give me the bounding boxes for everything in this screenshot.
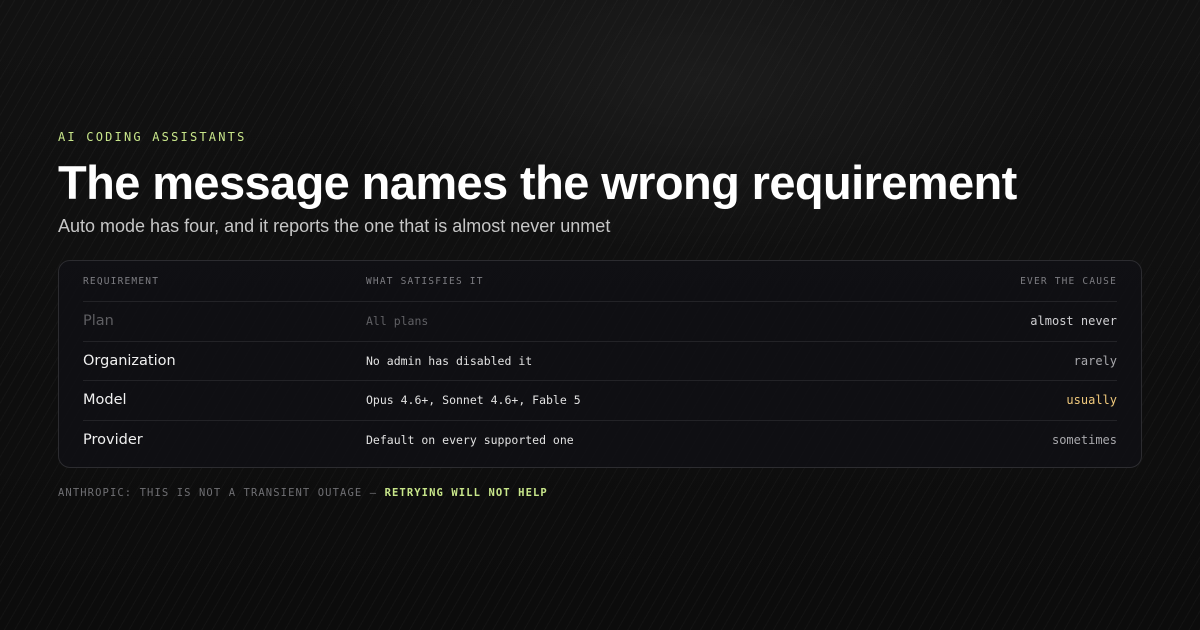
satisfies-cell: Opus 4.6+, Sonnet 4.6+, Fable 5 bbox=[366, 393, 581, 408]
page-title: The message names the wrong requirement bbox=[58, 156, 1017, 209]
satisfies-cell: All plans bbox=[366, 314, 429, 329]
table-row-plan: Plan All plans almost never bbox=[83, 302, 1117, 342]
table-row-organization: Organization No admin has disabled it ra… bbox=[83, 342, 1117, 381]
footer-note: ANTHROPIC: THIS IS NOT A TRANSIENT OUTAG… bbox=[58, 487, 548, 499]
column-header-what-satisfies: WHAT SATISFIES IT bbox=[366, 275, 484, 287]
cause-cell: sometimes bbox=[1051, 433, 1117, 448]
column-header-requirement: REQUIREMENT bbox=[83, 275, 160, 287]
page-subtitle: Auto mode has four, and it reports the o… bbox=[58, 216, 611, 236]
satisfies-cell: No admin has disabled it bbox=[366, 353, 533, 368]
cause-cell-highlighted: usually bbox=[1066, 393, 1117, 408]
requirement-cell: Plan bbox=[83, 313, 114, 330]
column-header-cause: EVER THE CAUSE bbox=[1020, 275, 1117, 287]
requirement-cell: Organization bbox=[83, 352, 176, 369]
requirement-cell: Model bbox=[83, 392, 127, 409]
requirements-table: REQUIREMENT WHAT SATISFIES IT EVER THE C… bbox=[58, 260, 1142, 468]
footer-emphasis: RETRYING WILL NOT HELP bbox=[384, 487, 548, 499]
table-row-provider: Provider Default on every supported one … bbox=[83, 421, 1117, 461]
cause-cell: almost never bbox=[1030, 314, 1117, 329]
requirement-cell: Provider bbox=[83, 432, 143, 449]
footer-prefix: ANTHROPIC: THIS IS NOT A TRANSIENT OUTAG… bbox=[58, 487, 378, 499]
satisfies-cell: Default on every supported one bbox=[366, 433, 574, 448]
category-label: AI CODING ASSISTANTS bbox=[58, 130, 247, 144]
table-header-row: REQUIREMENT WHAT SATISFIES IT EVER THE C… bbox=[83, 261, 1117, 302]
table-row-model: Model Opus 4.6+, Sonnet 4.6+, Fable 5 us… bbox=[83, 381, 1117, 421]
cause-cell: rarely bbox=[1073, 353, 1117, 368]
